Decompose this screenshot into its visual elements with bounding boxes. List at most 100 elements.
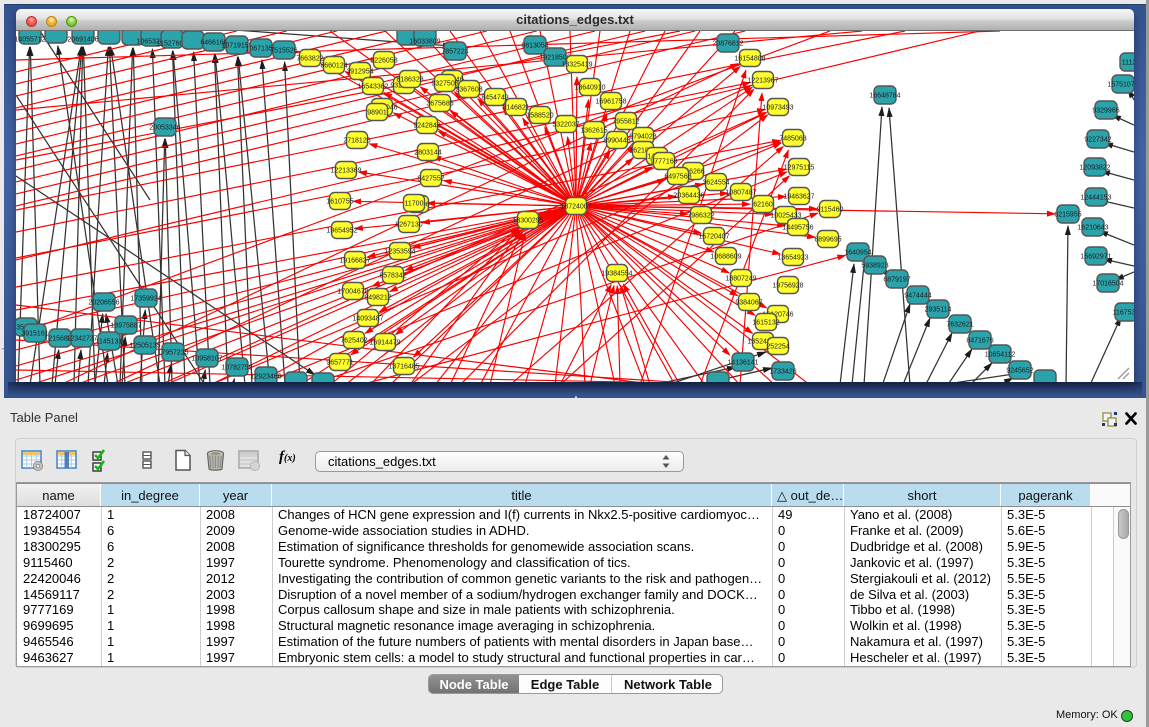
svg-text:20364436: 20364436 (673, 193, 704, 200)
svg-text:16914479: 16914479 (369, 340, 400, 347)
svg-text:1733426: 1733426 (769, 369, 796, 376)
svg-text:9498212: 9498212 (364, 295, 391, 302)
svg-text:17359924: 17359924 (130, 296, 161, 303)
svg-text:18640910: 18640910 (574, 85, 605, 92)
svg-text:1362615: 1362615 (580, 128, 607, 135)
svg-text:10958107: 10958107 (191, 356, 222, 363)
svg-text:2803144: 2803144 (414, 150, 441, 157)
svg-text:9474444: 9474444 (904, 293, 931, 300)
svg-text:14055712: 14055712 (16, 37, 46, 44)
svg-text:9329966: 9329966 (1092, 108, 1119, 115)
svg-text:20691406: 20691406 (67, 37, 98, 44)
svg-text:5226058: 5226058 (370, 58, 397, 65)
svg-text:252254: 252254 (766, 344, 789, 351)
svg-text:10807487: 10807487 (725, 190, 756, 197)
svg-text:3624554: 3624554 (702, 180, 729, 187)
svg-text:1640954: 1640954 (844, 250, 871, 257)
svg-text:7857224: 7857224 (441, 49, 468, 56)
svg-text:20053346: 20053346 (149, 125, 180, 132)
svg-text:9227342: 9227342 (1084, 137, 1111, 144)
svg-text:9146821: 9146821 (502, 105, 529, 112)
svg-text:18724007: 18724007 (560, 204, 591, 211)
svg-text:6899695: 6899695 (814, 237, 841, 244)
svg-text:10654112: 10654112 (985, 352, 1016, 359)
svg-text:2935114: 2935114 (925, 307, 952, 314)
svg-text:13654923: 13654923 (777, 255, 808, 262)
svg-text:8578342: 8578342 (379, 273, 406, 280)
svg-text:19166827: 19166827 (339, 258, 370, 265)
svg-text:7625402: 7625402 (340, 338, 367, 345)
svg-text:13975887: 13975887 (110, 323, 141, 330)
svg-text:10688609: 10688609 (710, 254, 741, 261)
svg-text:2718126: 2718126 (343, 138, 370, 145)
svg-text:7955812: 7955812 (612, 119, 639, 126)
svg-text:12975115: 12975115 (784, 165, 815, 172)
svg-text:16033809: 16033809 (409, 39, 440, 46)
svg-text:11123: 11123 (1122, 60, 1134, 67)
svg-text:5322037: 5322037 (552, 122, 579, 129)
svg-text:1610755: 1610755 (326, 199, 353, 206)
svg-text:13716485: 13716485 (388, 364, 419, 371)
svg-text:6879197: 6879197 (883, 277, 910, 284)
svg-text:10973493: 10973493 (762, 105, 793, 112)
svg-text:1145131: 1145131 (96, 339, 123, 346)
svg-text:9115460: 9115460 (817, 207, 844, 214)
svg-text:62160: 62160 (753, 202, 773, 209)
svg-text:7632621: 7632621 (946, 322, 973, 329)
svg-text:8990448: 8990448 (603, 138, 630, 145)
svg-text:1615132: 1615132 (752, 320, 779, 327)
svg-text:1588520: 1588520 (526, 113, 553, 120)
svg-text:16154808: 16154808 (734, 56, 765, 63)
svg-text:9657771: 9657771 (326, 360, 353, 367)
svg-text:18807249: 18807249 (725, 276, 756, 283)
svg-text:5938923: 5938923 (861, 263, 888, 270)
svg-text:12444153: 12444153 (1080, 195, 1111, 202)
svg-text:98901: 98901 (367, 110, 387, 117)
svg-text:14093487: 14093487 (352, 316, 383, 323)
svg-text:19384554: 19384554 (601, 271, 632, 278)
svg-text:10782759: 10782759 (221, 365, 252, 372)
svg-text:14495756: 14495756 (782, 225, 813, 232)
svg-text:9777169: 9777169 (650, 159, 677, 166)
svg-text:9245652: 9245652 (1006, 368, 1033, 375)
svg-text:16961758: 16961758 (595, 99, 626, 106)
svg-text:9384067: 9384067 (735, 300, 762, 307)
svg-text:16648784: 16648784 (869, 93, 900, 100)
svg-text:8186328: 8186328 (396, 77, 423, 84)
svg-text:8427552: 8427552 (417, 176, 444, 183)
svg-text:8454749: 8454749 (481, 95, 508, 102)
svg-text:8267130: 8267130 (395, 222, 422, 229)
svg-text:18300295: 18300295 (512, 218, 543, 225)
svg-text:12213967: 12213967 (747, 78, 778, 85)
svg-text:8471676: 8471676 (966, 338, 993, 345)
svg-text:1167534: 1167534 (1113, 310, 1134, 317)
svg-text:13325419: 13325419 (561, 62, 592, 69)
svg-text:8660124: 8660124 (320, 63, 347, 70)
svg-text:17016504: 17016504 (1092, 281, 1123, 288)
svg-text:7515526: 7515526 (270, 48, 297, 55)
svg-text:20206556: 20206556 (88, 300, 119, 307)
svg-text:17957235: 17957235 (157, 350, 188, 357)
svg-text:12093822: 12093822 (1079, 165, 1110, 172)
svg-text:12505135: 12505135 (129, 343, 160, 350)
svg-text:14136141: 14136141 (727, 360, 758, 367)
svg-text:12213369: 12213369 (330, 168, 361, 175)
svg-text:15751074: 15751074 (1107, 82, 1134, 89)
svg-text:7485063: 7485063 (779, 136, 806, 143)
svg-text:6497568: 6497568 (664, 174, 691, 181)
svg-text:8813054: 8813054 (521, 43, 548, 50)
svg-text:9794028: 9794028 (629, 134, 656, 141)
svg-text:7663822: 7663822 (296, 56, 323, 63)
svg-text:19654952: 19654952 (326, 228, 357, 235)
svg-text:15720407: 15720407 (698, 234, 729, 241)
svg-text:8215955: 8215955 (1054, 212, 1081, 219)
svg-text:7986322: 7986322 (687, 213, 714, 220)
svg-text:2367608: 2367608 (455, 87, 482, 94)
svg-text:12353594: 12353594 (384, 249, 415, 256)
svg-text:11700: 11700 (405, 201, 424, 208)
svg-text:16210643: 16210643 (1077, 225, 1108, 232)
svg-text:9242848: 9242848 (413, 123, 440, 130)
svg-text:15692971: 15692971 (1080, 254, 1111, 261)
svg-text:20876812: 20876812 (712, 41, 743, 48)
svg-text:3675685: 3675685 (426, 101, 453, 108)
